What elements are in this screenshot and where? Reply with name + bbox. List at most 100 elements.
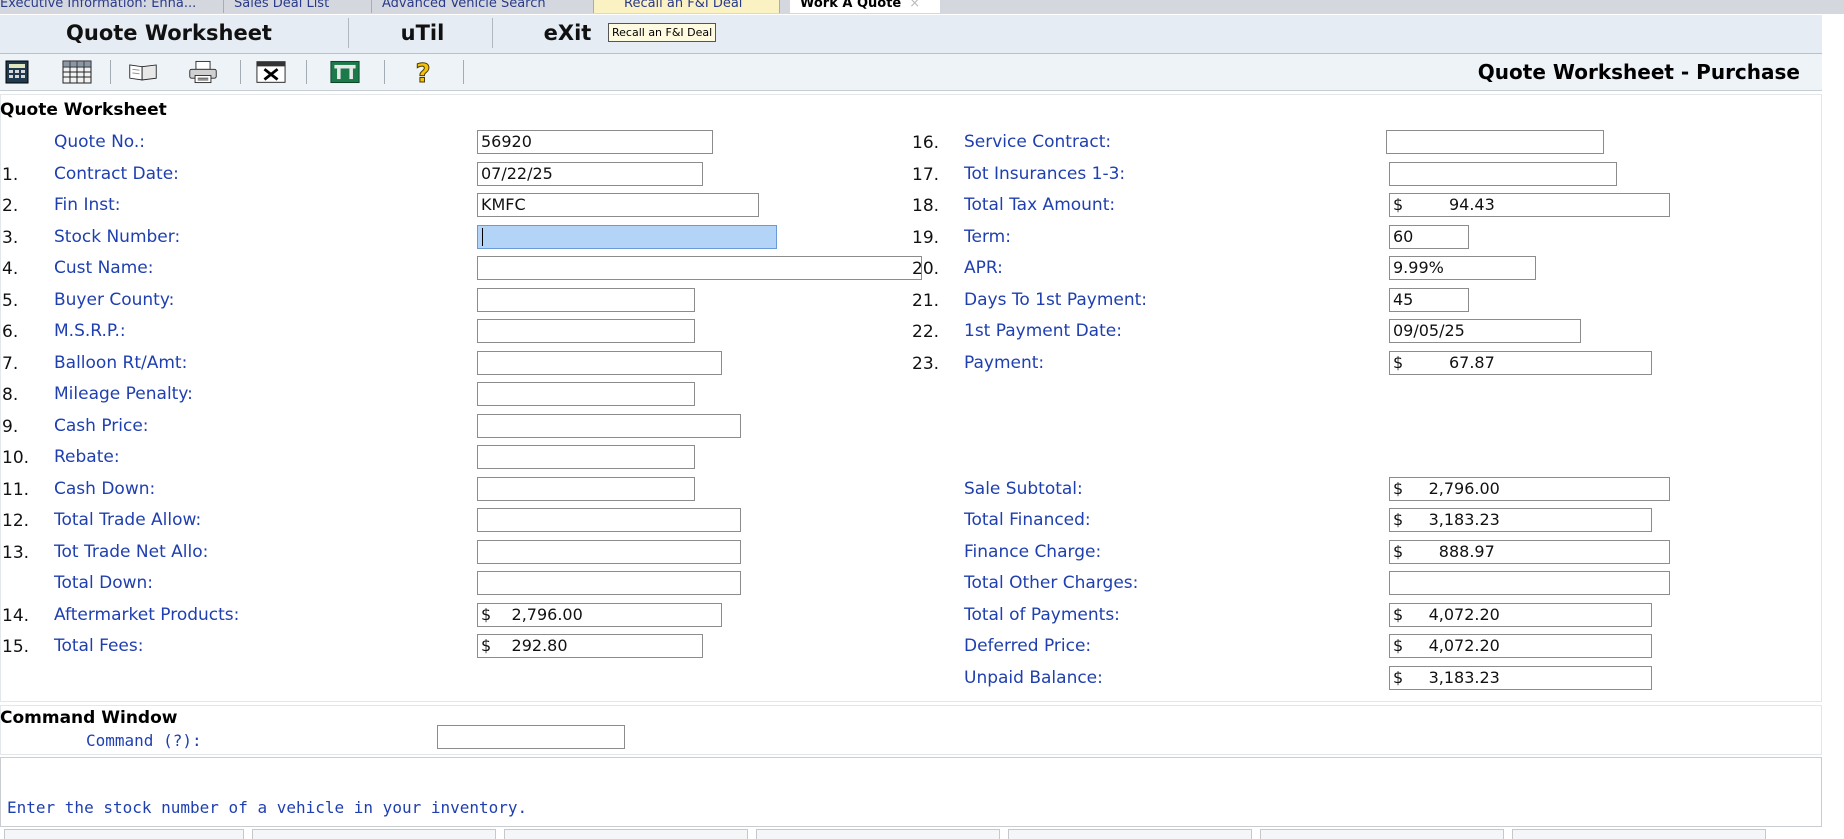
bottom-tab[interactable] [756,829,1000,839]
left-field-10[interactable] [477,445,695,469]
left-field-14[interactable] [477,571,741,595]
menu-divider [492,18,493,48]
right-field-3[interactable]: 60 [1389,224,1469,249]
field-label: Payment: [964,352,1045,373]
left-field-13[interactable] [477,539,741,564]
right-field-5[interactable]: 45 [1389,287,1469,312]
field-label: Term: [964,226,1011,247]
field-number: 9. [2,416,19,437]
field-number: 16. [912,133,940,153]
field-number: 10. [2,448,30,468]
book-icon[interactable] [128,58,158,86]
field-label: Mileage Penalty: [54,384,193,404]
field-label: Tot Trade Net Allo: [54,541,209,562]
right-field-7[interactable]: $ 67.87 [1389,350,1652,375]
tab-sales-deal-list[interactable]: Sales Deal List [224,0,372,13]
total-label: Total Financed: [964,510,1091,530]
tab-work-a-quote[interactable]: Work A Quote × [790,0,940,13]
total-field-6[interactable]: $ 3,183.23 [1389,665,1652,690]
field-label: Quote No.: [54,132,146,152]
field-number: 17. [912,164,940,185]
field-label: M.S.R.P.: [54,321,126,341]
left-field-16[interactable]: $ 292.80 [477,634,703,658]
tab-close-icon[interactable]: × [909,0,920,11]
field-number: 3. [2,227,19,248]
left-field-8[interactable] [477,382,695,406]
tab-strip: Executive Information: Enha... Sales Dea… [0,0,1844,14]
spreadsheet-icon[interactable] [62,58,92,86]
left-field-1[interactable]: 07/22/25 [477,161,703,186]
bottom-tab[interactable] [1260,829,1504,839]
tab-label: Work A Quote [800,0,902,11]
total-field-2[interactable]: $ 888.97 [1389,539,1670,564]
tab-label: Executive Information: Enha... [0,0,197,11]
printer-icon[interactable] [188,58,218,86]
total-field-0[interactable]: $ 2,796.00 [1389,476,1670,501]
field-label: Aftermarket Products: [54,604,240,625]
left-field-6[interactable] [477,319,695,343]
total-label: Total of Payments: [964,604,1120,625]
field-label: Tot Insurances 1-3: [964,163,1126,184]
bottom-tab[interactable] [504,829,748,839]
command-input[interactable] [437,725,625,749]
right-field-2[interactable]: $ 94.43 [1389,193,1670,217]
field-number: 21. [912,290,940,311]
right-field-6[interactable]: 09/05/25 [1389,319,1581,343]
field-number: 23. [912,353,940,374]
field-label: Rebate: [54,447,120,467]
help-icon[interactable]: ? [408,58,438,87]
menu-util[interactable]: uTil [360,15,485,53]
field-number: 19. [912,227,940,248]
bottom-tab[interactable] [1512,829,1766,839]
field-label: 1st Payment Date: [964,321,1122,341]
tab-recall-fi-deal[interactable]: Recall an F&I Deal [594,0,780,13]
tab-label: Advanced Vehicle Search [382,0,546,11]
tab-executive-information[interactable]: Executive Information: Enha... [0,0,224,13]
left-field-15[interactable]: $ 2,796.00 [477,602,722,627]
tab-label: Recall an F&I Deal [624,0,743,11]
field-number: 11. [2,479,30,500]
tab-advanced-vehicle-search[interactable]: Advanced Vehicle Search [372,0,594,13]
total-label: Total Other Charges: [964,573,1139,593]
field-label: Total Down: [54,573,154,593]
field-number: 14. [2,605,30,626]
command-label: Command (?): [86,731,202,750]
calculator-icon[interactable] [2,58,32,86]
total-label: Sale Subtotal: [964,478,1083,499]
field-number: 12. [2,511,30,531]
close-window-icon[interactable] [256,58,286,86]
total-field-3[interactable] [1389,571,1670,595]
total-field-4[interactable]: $ 4,072.20 [1389,602,1652,627]
left-field-12[interactable] [477,508,741,532]
bottom-tab[interactable] [252,829,496,839]
field-label: Service Contract: [964,132,1112,152]
stock-number-input[interactable] [477,224,777,249]
page-title: Quote Worksheet - Purchase [1477,60,1800,84]
left-field-4[interactable] [477,256,922,280]
field-label: Contract Date: [54,163,179,184]
left-field-5[interactable] [477,287,695,312]
bottom-tab-strip [0,829,1844,839]
right-field-4[interactable]: 9.99% [1389,256,1536,280]
total-field-5[interactable]: $ 4,072.20 [1389,634,1652,658]
bottom-tab[interactable] [4,829,244,839]
left-field-11[interactable] [477,476,695,501]
toolbar-divider [240,60,241,84]
menu-quote-worksheet[interactable]: Quote Worksheet [0,15,338,53]
field-label: Cash Price: [54,415,149,436]
right-field-1[interactable] [1389,161,1617,186]
left-field-9[interactable] [477,413,741,438]
left-field-2[interactable]: KMFC [477,193,759,217]
toolbar: ? Quote Worksheet - Purchase [0,54,1822,91]
field-number: 20. [912,259,940,279]
field-number: 13. [2,542,30,563]
bottom-tab[interactable] [1008,829,1252,839]
total-field-1[interactable]: $ 3,183.23 [1389,508,1652,532]
left-field-0[interactable]: 56920 [477,130,713,154]
command-window-title: Command Window [0,708,178,728]
left-field-7[interactable] [477,350,722,375]
tools-icon[interactable] [330,58,360,86]
right-field-0[interactable] [1386,130,1604,154]
toolbar-divider [463,60,464,84]
field-number: 7. [2,353,19,374]
